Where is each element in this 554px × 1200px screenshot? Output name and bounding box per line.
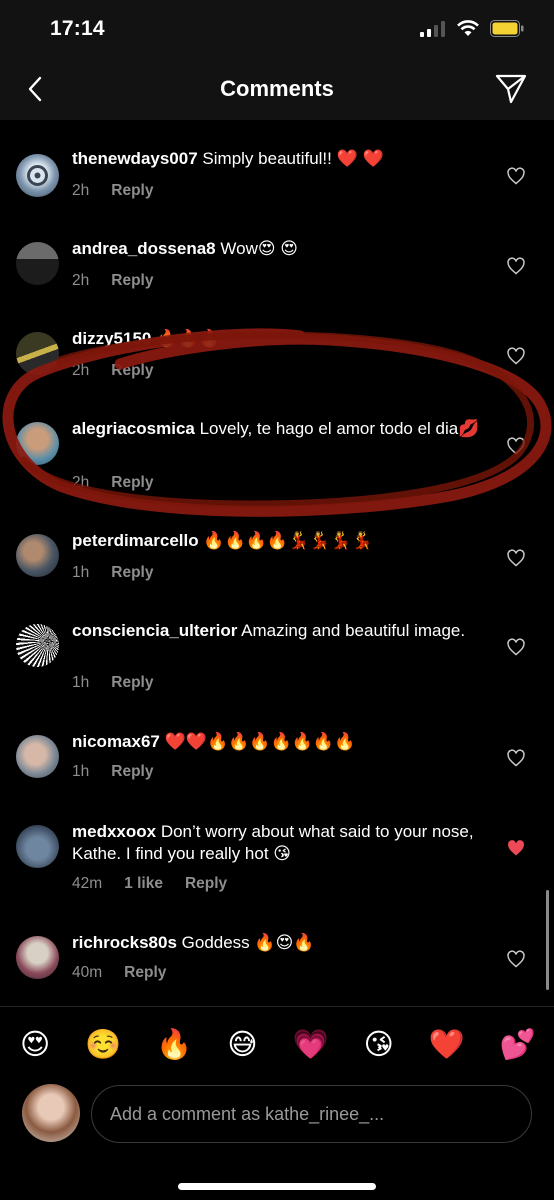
heart-icon[interactable]	[506, 436, 526, 456]
comment-time: 2h	[72, 272, 90, 289]
comment-username[interactable]: thenewdays007	[72, 149, 198, 168]
comment-text: Amazing and beautiful image.	[241, 621, 466, 640]
reply-button[interactable]: Reply	[111, 272, 153, 290]
comment-username[interactable]: medxxoox	[72, 822, 156, 841]
emoji-heart-eyes-button[interactable]: 😍	[20, 1022, 50, 1066]
avatar[interactable]	[16, 534, 59, 577]
comment-meta: 2h Reply	[72, 272, 153, 290]
reply-button[interactable]: Reply	[124, 964, 166, 982]
comment-text: Simply beautiful!! ❤️ ❤️	[202, 149, 384, 168]
comment-time: 2h	[72, 474, 90, 491]
comment-username[interactable]: nicomax67	[72, 732, 160, 751]
reply-button[interactable]: Reply	[111, 564, 153, 582]
avatar[interactable]	[16, 154, 59, 197]
like-count[interactable]: 1 like	[124, 875, 163, 893]
reply-button[interactable]: Reply	[111, 182, 153, 200]
status-bar: 17:14	[0, 0, 554, 60]
heart-icon[interactable]	[506, 548, 526, 568]
comment-body: dizzy5150 🔥🔥🔥	[72, 328, 482, 350]
comment-body: consciencia_ulterior Amazing and beautif…	[72, 620, 482, 642]
comment-username[interactable]: andrea_dossena8	[72, 239, 216, 258]
paper-plane-icon	[495, 74, 527, 104]
comment-username[interactable]: consciencia_ulterior	[72, 621, 237, 640]
emoji-smiling-button[interactable]: ☺️	[85, 1022, 121, 1066]
emoji-sweat-smile-button[interactable]: 😅	[227, 1022, 257, 1066]
comment-meta: 42m 1 like Reply	[72, 875, 227, 893]
heart-icon[interactable]	[506, 256, 526, 276]
comment-body: peterdimarcello 🔥🔥🔥🔥💃💃💃💃	[72, 530, 482, 552]
comment-body: medxxoox Don’t worry about what said to …	[72, 821, 482, 865]
comment-time: 1h	[72, 674, 90, 691]
comment-input[interactable]	[91, 1085, 532, 1143]
emoji-fire-button[interactable]: 🔥	[156, 1022, 192, 1066]
comment-meta: 2h Reply	[72, 474, 153, 492]
comment-meta: 40m Reply	[72, 964, 166, 982]
comment-text: Wow😍 😍	[220, 239, 299, 258]
comment-text: ❤️❤️🔥🔥🔥🔥🔥🔥🔥	[164, 732, 356, 751]
comment-username[interactable]: peterdimarcello	[72, 531, 199, 550]
comment-meta: 2h Reply	[72, 362, 153, 380]
avatar[interactable]	[16, 332, 59, 375]
comment-body: richrocks80s Goddess 🔥😍🔥	[72, 932, 482, 954]
header: Comments	[0, 60, 554, 120]
comment-time: 42m	[72, 875, 103, 892]
comment-meta: 1h Reply	[72, 564, 153, 582]
scrollbar[interactable]	[546, 890, 549, 990]
heart-icon[interactable]	[506, 346, 526, 366]
comment-meta: 2h Reply	[72, 182, 153, 200]
heart-icon[interactable]	[506, 949, 526, 969]
comment-username[interactable]: alegriacosmica	[72, 419, 195, 438]
signal-icon	[420, 20, 445, 37]
avatar[interactable]	[16, 825, 59, 868]
avatar[interactable]	[16, 624, 59, 667]
emoji-red-heart-button[interactable]: ❤️	[429, 1022, 465, 1066]
heart-filled-icon[interactable]	[506, 838, 526, 858]
emoji-growing-heart-button[interactable]: 💗	[293, 1022, 329, 1066]
avatar[interactable]	[16, 735, 59, 778]
emoji-kiss-button[interactable]: 😘	[364, 1022, 394, 1066]
reply-button[interactable]: Reply	[111, 763, 153, 781]
reply-button[interactable]: Reply	[111, 474, 153, 492]
biohazard-avatar-icon	[27, 165, 48, 186]
share-button[interactable]	[494, 72, 528, 106]
emoji-quick-bar: 😍 ☺️ 🔥 😅 💗 😘 ❤️ 💕	[0, 1022, 554, 1066]
comment-text: 🔥🔥🔥🔥💃💃💃💃	[203, 531, 373, 550]
avatar[interactable]	[16, 242, 59, 285]
comment-body: alegriacosmica Lovely, te hago el amor t…	[72, 418, 482, 440]
comment-time: 40m	[72, 964, 103, 981]
comment-body: andrea_dossena8 Wow😍 😍	[72, 238, 482, 260]
reply-button[interactable]: Reply	[185, 875, 227, 893]
comment-time: 2h	[72, 362, 90, 379]
comment-text: 🔥🔥🔥	[156, 329, 220, 348]
emoji-two-hearts-button[interactable]: 💕	[500, 1022, 536, 1066]
comment-time: 1h	[72, 763, 90, 780]
reply-button[interactable]: Reply	[111, 674, 153, 692]
comment-body: nicomax67 ❤️❤️🔥🔥🔥🔥🔥🔥🔥	[72, 731, 482, 753]
page-title: Comments	[220, 76, 334, 101]
battery-icon	[490, 20, 524, 37]
status-time: 17:14	[50, 17, 105, 40]
comment-time: 2h	[72, 182, 90, 199]
home-indicator[interactable]	[178, 1183, 376, 1190]
comment-meta: 1h Reply	[72, 674, 153, 692]
status-icons	[420, 20, 524, 37]
comment-username[interactable]: richrocks80s	[72, 933, 177, 952]
heart-icon[interactable]	[506, 748, 526, 768]
heart-icon[interactable]	[506, 166, 526, 186]
reply-button[interactable]: Reply	[111, 362, 153, 380]
comment-body: thenewdays007 Simply beautiful!! ❤️ ❤️	[72, 148, 482, 170]
comment-username[interactable]: dizzy5150	[72, 329, 151, 348]
comment-time: 1h	[72, 564, 90, 581]
avatar[interactable]	[16, 422, 59, 465]
comment-text: Goddess 🔥😍🔥	[181, 933, 315, 952]
avatar[interactable]	[16, 936, 59, 979]
divider	[0, 1006, 554, 1007]
heart-icon[interactable]	[506, 637, 526, 657]
comment-list: thenewdays007 Simply beautiful!! ❤️ ❤️ 2…	[0, 120, 554, 1006]
wifi-icon	[457, 20, 479, 36]
current-user-avatar	[22, 1084, 80, 1142]
comment-meta: 1h Reply	[72, 763, 153, 781]
comment-text: Lovely, te hago el amor todo el dia💋	[199, 419, 480, 438]
